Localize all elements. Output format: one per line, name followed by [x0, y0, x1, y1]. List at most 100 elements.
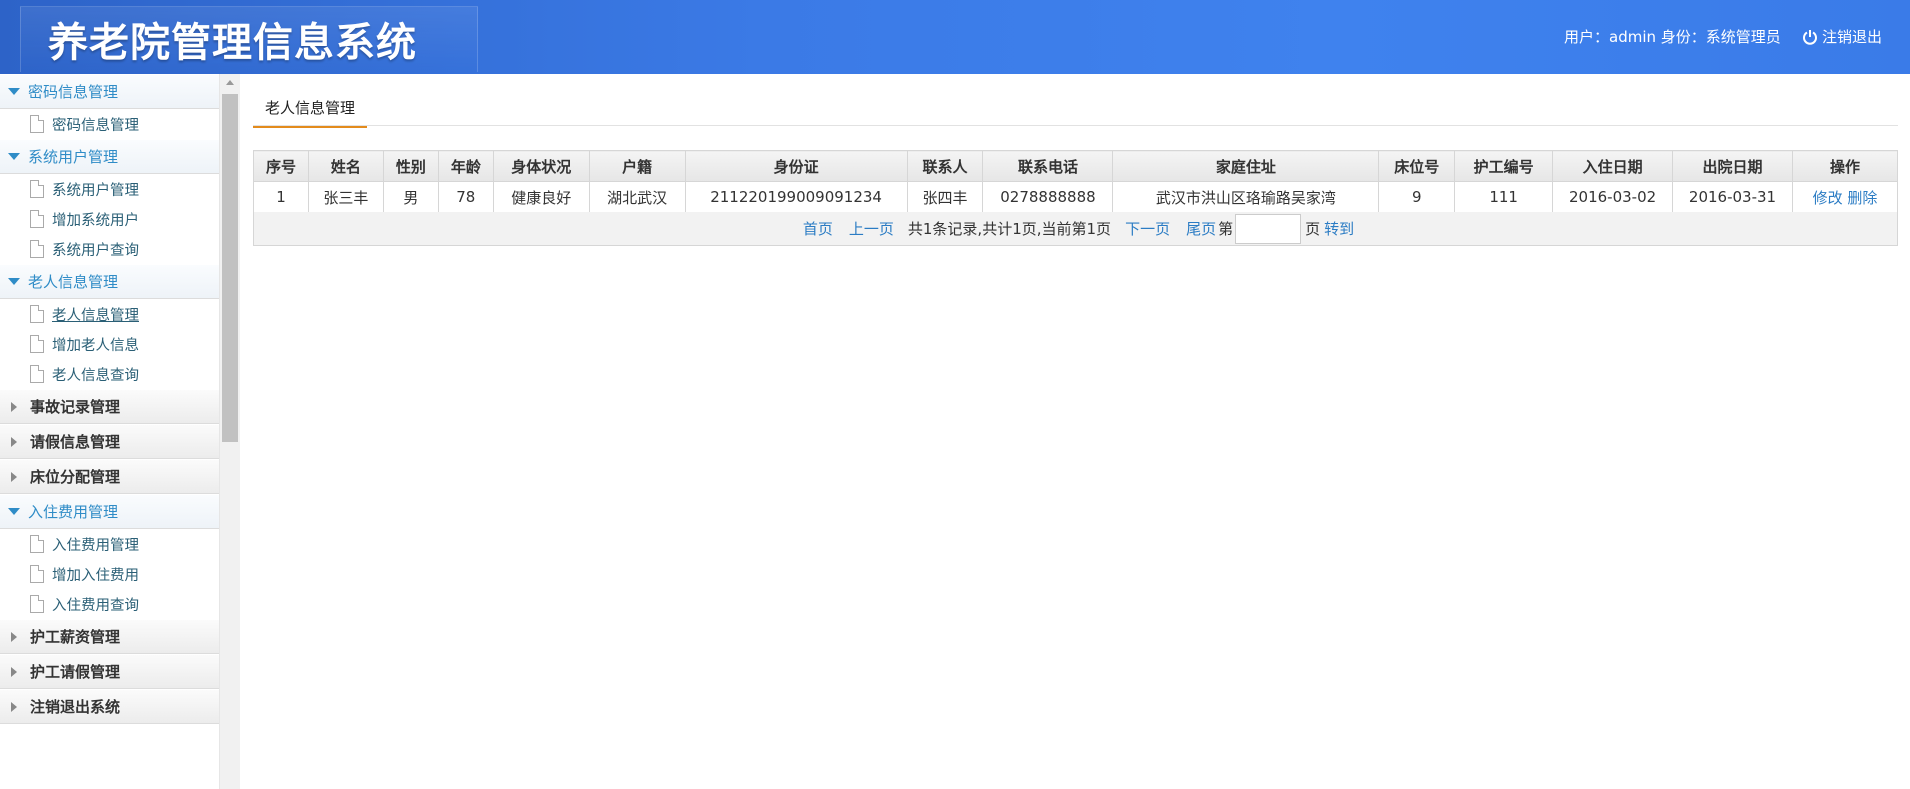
- caret-right-icon: [11, 631, 17, 642]
- sidebar-item[interactable]: 密码信息管理: [0, 109, 219, 139]
- table-row: 1 张三丰男 78 健康良好 湖北武汉 211220199009091234 张四丰 0278…: [253, 181, 1899, 213]
- elder-info-table: 序号 姓名 性别 年龄 身体状况 户籍 身份证 联系人 联系电话 家庭住址 床位号 护工编号 入住日期出…: [253, 150, 1899, 213]
- logout-label: 注销退出: [1822, 28, 1883, 46]
- page-icon: [30, 365, 44, 383]
- sidebar-group-6[interactable]: 入住费用管理: [0, 494, 219, 529]
- sidebar-group-label: 床位分配管理: [30, 468, 121, 486]
- table-cell: 9: [1378, 181, 1456, 213]
- page-icon: [30, 115, 44, 133]
- column-header[interactable]: 联系电话: [982, 150, 1114, 182]
- column-header[interactable]: 姓名: [307, 150, 384, 182]
- page-suffix-label: 页: [1305, 220, 1321, 238]
- prev-page-link[interactable]: 上一页: [849, 218, 894, 239]
- caret-right-icon: [11, 401, 17, 412]
- sidebar-item[interactable]: 入住费用查询: [0, 589, 219, 619]
- sidebar-group-label: 护工请假管理: [30, 663, 121, 681]
- column-header[interactable]: 身份证: [684, 150, 908, 182]
- sidebar-group-1[interactable]: 系统用户管理: [0, 139, 219, 174]
- sidebar-item[interactable]: 增加老人信息: [0, 329, 219, 359]
- column-header[interactable]: 出院日期: [1672, 150, 1793, 182]
- logout-button[interactable]: 注销退出: [1802, 26, 1882, 47]
- column-header[interactable]: 序号: [253, 150, 309, 182]
- sidebar-group-0[interactable]: 密码信息管理: [0, 74, 219, 109]
- sidebar-item[interactable]: 系统用户查询: [0, 234, 219, 264]
- row-actions-cell: 修改 删除: [1791, 181, 1899, 213]
- sidebar-item[interactable]: 增加系统用户: [0, 204, 219, 234]
- column-header[interactable]: 操作: [1791, 150, 1899, 182]
- sidebar-group-label: 密码信息管理: [28, 83, 119, 101]
- sidebar-group-5[interactable]: 床位分配管理: [0, 459, 219, 494]
- next-page-link[interactable]: 下一页: [1125, 218, 1170, 239]
- tab-elder-info[interactable]: 老人信息管理: [253, 96, 368, 128]
- table-header-row: 序号 姓名 性别 年龄 身体状况 户籍 身份证 联系人 联系电话 家庭住址 床位号 护工编号 入住日期出…: [253, 150, 1899, 182]
- sidebar-group-8[interactable]: 护工请假管理: [0, 654, 219, 689]
- sidebar-item-label: 入住费用查询: [52, 597, 139, 614]
- tab-divider: [253, 125, 1898, 126]
- app-title: 养老院管理信息系统: [48, 20, 417, 66]
- sidebar-group-label: 请假信息管理: [30, 433, 121, 451]
- page-icon: [30, 565, 44, 583]
- last-page-link[interactable]: 尾页: [1186, 218, 1216, 239]
- sidebar-group-9[interactable]: 注销退出系统: [0, 689, 219, 724]
- table-cell: 湖北武汉: [588, 181, 686, 213]
- sidebar-item-label: 增加系统用户: [52, 212, 139, 229]
- edit-link[interactable]: 修改: [1813, 189, 1843, 207]
- page-number-input[interactable]: [1235, 213, 1302, 244]
- sidebar-item-label: 老人信息管理: [52, 307, 139, 324]
- sidebar-group-label: 老人信息管理: [28, 273, 119, 291]
- sidebar-item-label: 增加入住费用: [52, 567, 139, 584]
- page-icon: [30, 335, 44, 353]
- table-cell: 0278888888: [982, 181, 1114, 213]
- delete-link[interactable]: 删除: [1847, 189, 1877, 207]
- table-cell: 2016-03-02: [1552, 181, 1674, 213]
- sidebar-item[interactable]: 老人信息管理: [0, 299, 219, 329]
- column-header[interactable]: 家庭住址: [1112, 150, 1380, 182]
- sidebar-item[interactable]: 系统用户管理: [0, 174, 219, 204]
- sidebar-group-label: 注销退出系统: [30, 698, 121, 716]
- column-header[interactable]: 户籍: [588, 150, 686, 182]
- sidebar-item[interactable]: 入住费用管理: [0, 529, 219, 559]
- column-header[interactable]: 入住日期: [1552, 150, 1674, 182]
- table-cell: 78: [437, 181, 494, 213]
- sidebar-item-label: 增加老人信息: [52, 337, 139, 354]
- column-header[interactable]: 性别: [382, 150, 439, 182]
- column-header[interactable]: 联系人: [906, 150, 984, 182]
- sidebar-scrollbar[interactable]: [220, 74, 240, 789]
- table-cell: 111: [1454, 181, 1554, 213]
- sidebar-group-label: 护工薪资管理: [30, 628, 121, 646]
- sidebar-item-label: 系统用户查询: [52, 242, 139, 259]
- sidebar-group-2[interactable]: 老人信息管理: [0, 264, 219, 299]
- page-icon: [30, 305, 44, 323]
- caret-right-icon: [11, 666, 17, 677]
- scroll-thumb[interactable]: [222, 94, 238, 442]
- table-cell: 武汉市洪山区珞瑜路吴家湾: [1112, 181, 1380, 213]
- caret-down-icon: [8, 278, 20, 285]
- sidebar-item[interactable]: 老人信息查询: [0, 359, 219, 389]
- sidebar-group-label: 入住费用管理: [28, 503, 119, 521]
- caret-right-icon: [11, 701, 17, 712]
- caret-right-icon: [11, 436, 17, 447]
- app-header: 养老院管理信息系统 用户：admin 身份：系统管理员 注销退出: [0, 0, 1910, 74]
- sidebar-group-7[interactable]: 护工薪资管理: [0, 619, 219, 654]
- sidebar-item[interactable]: 增加入住费用: [0, 559, 219, 589]
- first-page-link[interactable]: 首页: [803, 218, 833, 239]
- table-cell: 张三丰: [307, 181, 384, 213]
- sidebar-group-3[interactable]: 事故记录管理: [0, 389, 219, 424]
- page-prefix-label: 第: [1218, 220, 1234, 238]
- column-header[interactable]: 身体状况: [492, 150, 590, 182]
- page-icon: [30, 210, 44, 228]
- column-header[interactable]: 护工编号: [1454, 150, 1554, 182]
- power-icon: [1803, 29, 1817, 45]
- caret-down-icon: [8, 88, 20, 95]
- sidebar-item-label: 入住费用管理: [52, 537, 139, 554]
- caret-down-icon: [8, 153, 20, 160]
- column-header[interactable]: 床位号: [1378, 150, 1456, 182]
- sidebar-group-label: 系统用户管理: [28, 148, 119, 166]
- go-page-link[interactable]: 转到: [1324, 218, 1354, 239]
- column-header[interactable]: 年龄: [437, 150, 494, 182]
- table-cell: 张四丰: [906, 181, 984, 213]
- pager-summary: 共1条记录,共计1页,当前第1页: [907, 220, 1112, 238]
- sidebar-group-4[interactable]: 请假信息管理: [0, 424, 219, 459]
- scroll-up-arrow-icon[interactable]: [226, 80, 234, 85]
- sidebar-group-label: 事故记录管理: [30, 398, 121, 416]
